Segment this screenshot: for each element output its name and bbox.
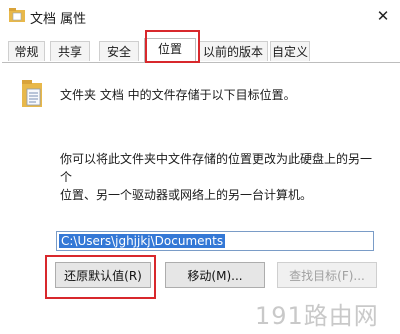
folder-icon xyxy=(9,8,25,22)
description-line-2: 位置、另一个驱动器或网络上的另一台计算机。 xyxy=(60,188,313,202)
location-tab-highlight xyxy=(145,30,200,63)
tab-bar: 常规 共享 安全 位置 以前的版本 自定义 xyxy=(0,38,400,63)
tab-customize[interactable]: 自定义 xyxy=(270,41,310,61)
window-title: 文档 属性 xyxy=(30,12,87,27)
close-icon: ✕ xyxy=(376,7,390,25)
documents-folder-icon xyxy=(22,80,42,107)
location-description: 你可以将此文件夹中文件存储的位置更改为此硬盘上的另一个 位置、另一个驱动器或网络… xyxy=(60,150,380,204)
watermark: 191路由网 xyxy=(255,302,379,330)
location-header: 文件夹 文档 中的文件存储于以下目标位置。 xyxy=(60,88,296,102)
find-target-button[interactable]: 查找目标(F)... xyxy=(277,262,377,288)
description-line-1: 你可以将此文件夹中文件存储的位置更改为此硬盘上的另一个 xyxy=(60,152,373,184)
close-button[interactable]: ✕ xyxy=(366,0,400,32)
restore-button-highlight xyxy=(45,255,156,299)
title-bar: 文档 属性 ✕ xyxy=(0,0,400,32)
move-button[interactable]: 移动(M)... xyxy=(165,262,265,288)
tab-sharing[interactable]: 共享 xyxy=(50,41,90,61)
tab-security[interactable]: 安全 xyxy=(99,41,139,61)
folder-path-value: C:\Users\jghjjkj\Documents xyxy=(59,234,226,248)
tab-general[interactable]: 常规 xyxy=(8,41,45,61)
tab-previous-versions[interactable]: 以前的版本 xyxy=(198,41,268,61)
